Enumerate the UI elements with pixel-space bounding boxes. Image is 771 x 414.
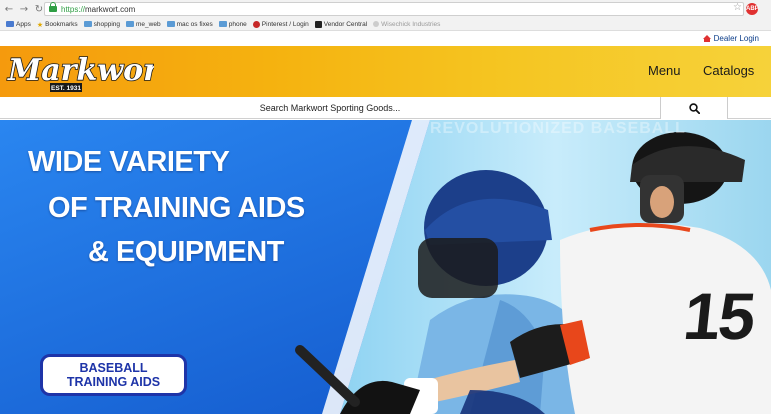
bookmarks-bar: Apps ★ Bookmarks shopping me_web mac os f… xyxy=(0,18,771,31)
back-icon[interactable]: ← xyxy=(3,4,15,15)
vendor-central-icon xyxy=(314,20,322,28)
baseball-training-aids-button[interactable]: BASEBALL TRAINING AIDS xyxy=(40,354,187,396)
hero-headline-line1: WIDE VARIETY xyxy=(28,146,230,178)
markwort-logo[interactable]: Markwort EST. 1931 xyxy=(6,50,154,94)
home-icon xyxy=(702,35,711,42)
search-button[interactable] xyxy=(660,97,728,119)
nav-catalogs[interactable]: Catalogs xyxy=(703,63,754,78)
apps-grid-icon xyxy=(6,21,14,27)
web-icon xyxy=(373,21,380,27)
search-input[interactable] xyxy=(0,97,660,119)
cta-label-line1: BASEBALL xyxy=(79,361,148,375)
bookmark-pinterest[interactable]: Pinterest / Login xyxy=(252,20,309,28)
utility-bar: Dealer Login xyxy=(0,31,771,46)
bookmark-shopping[interactable]: shopping xyxy=(83,21,120,28)
bookmark-me-web[interactable]: me_web xyxy=(126,21,161,28)
bookmark-wisechick[interactable]: Wisechick Industries xyxy=(373,21,440,28)
adblock-extension-icon[interactable]: ABP xyxy=(746,3,759,15)
bookmark-vendor-central[interactable]: Vendor Central xyxy=(314,20,367,28)
jersey-number: 15 xyxy=(680,279,758,353)
site-header: Markwort EST. 1931 Menu Catalogs xyxy=(0,46,771,97)
bookmark-star-icon[interactable]: ☆ xyxy=(733,2,742,13)
folder-icon xyxy=(126,21,135,27)
address-bar[interactable]: https://markwort.com xyxy=(44,2,744,16)
folder-icon xyxy=(83,21,92,27)
nav-menu[interactable]: Menu xyxy=(648,63,681,78)
bookmark-bookmarks[interactable]: ★ Bookmarks xyxy=(36,21,78,30)
folder-icon xyxy=(166,21,175,27)
logo-est: EST. 1931 xyxy=(51,85,81,92)
hero-headline-line2: OF TRAINING AIDS xyxy=(48,192,305,224)
dealer-login-link[interactable]: Dealer Login xyxy=(702,34,759,43)
bookmark-phone[interactable]: phone xyxy=(218,21,247,28)
browser-address-row: ← → ↻ https://markwort.com ☆ ABP xyxy=(0,0,771,18)
pinterest-icon xyxy=(252,20,260,28)
folder-icon xyxy=(218,21,227,27)
hero-background-text: REVOLUTIONIZED BASEBALL xyxy=(430,120,686,137)
lock-icon xyxy=(49,2,57,12)
hero-headline-line3: & EQUIPMENT xyxy=(88,236,284,268)
bookmark-mac-os-fixes[interactable]: mac os fixes xyxy=(166,21,213,28)
url-text[interactable]: https://markwort.com xyxy=(61,5,135,14)
search-icon xyxy=(688,102,700,114)
forward-icon[interactable]: → xyxy=(18,4,30,15)
bookmark-apps[interactable]: Apps xyxy=(6,21,31,28)
cta-label-line2: TRAINING AIDS xyxy=(66,375,161,389)
search-bar xyxy=(0,97,771,119)
logo-wordmark: Markwort xyxy=(7,53,154,88)
hero-banner: REVOLUTIONIZED BASEBALL WIDE VARIETY OF … xyxy=(0,120,771,414)
star-icon: ★ xyxy=(36,21,44,29)
